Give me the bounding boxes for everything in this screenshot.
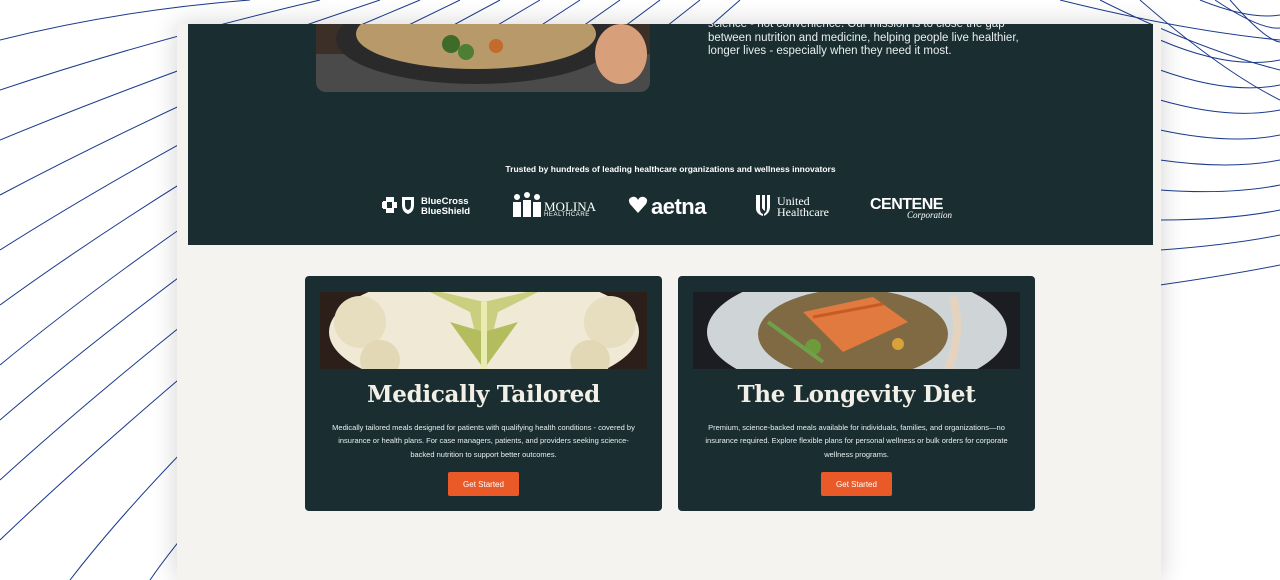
unitedhealthcare-logo: United Healthcare [755,192,829,222]
hero-food-bowl-image [316,24,650,92]
longevity-diet-card: The Longevity Diet Premium, science-back… [678,276,1035,511]
bcbs-line-2: BlueShield [421,206,471,217]
centene-subtitle: Corporation [907,210,953,220]
hero-section: science - not convenience. Our mission i… [188,24,1153,245]
uhc-line-2: Healthcare [777,205,829,219]
aetna-heart-icon [628,196,648,219]
molina-wordmark: MOLINA [544,199,596,214]
bluecross-blueshield-logo: BlueCross BlueShield [382,192,470,222]
get-started-button[interactable]: Get Started [448,472,519,496]
molina-subtitle: HEALTHCARE [544,212,590,218]
salmon-plate-image [693,292,1020,369]
aetna-logo: aetna [628,192,706,222]
molina-people-icon [512,191,542,223]
molina-healthcare-logo: MOLINA HEALTHCARE [512,191,596,223]
partner-logos: BlueCross BlueShield MOLINA HEALTHCARE a… [188,191,1153,223]
page-frame: science - not convenience. Our mission i… [177,24,1161,580]
card-description: Premium, science-backed meals available … [705,423,1008,459]
cauliflower-image [320,292,647,369]
card-title: Medically Tailored [367,381,600,408]
bcbs-cross-shield-icon [382,195,416,220]
centene-logo: CENTENE Corporation [870,192,960,222]
mission-statement: science - not convenience. Our mission i… [708,24,1019,58]
uhc-shield-icon [755,193,771,222]
trusted-by-heading: Trusted by hundreds of leading healthcar… [505,164,836,174]
card-title: The Longevity Diet [737,381,976,408]
aetna-wordmark: aetna [651,194,706,219]
medically-tailored-card: Medically Tailored Medically tailored me… [305,276,662,511]
get-started-button[interactable]: Get Started [821,472,892,496]
card-description: Medically tailored meals designed for pa… [332,423,635,459]
